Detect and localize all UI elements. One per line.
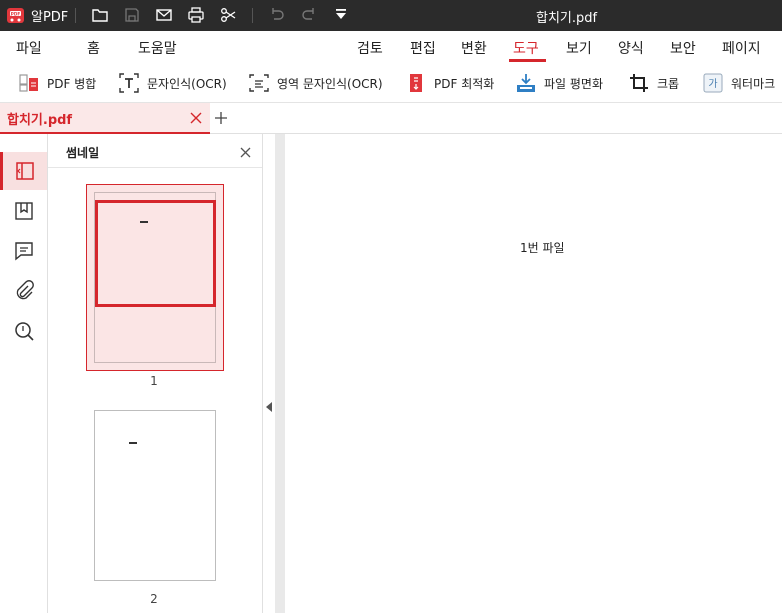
menu-view[interactable]: 보기	[566, 38, 592, 58]
titlebar-divider	[252, 8, 253, 23]
thumbnail-panel-icon	[14, 160, 36, 182]
merge-pdf-label: PDF 병합	[47, 76, 97, 91]
thumbnail-text-mark	[140, 221, 148, 223]
print-icon[interactable]	[187, 6, 205, 24]
document-tab-label: 합치기.pdf	[7, 113, 73, 128]
window-document-title: 합치기.pdf	[536, 11, 598, 26]
collapse-panel-arrow-icon[interactable]	[266, 402, 272, 412]
tools-toolbar: PDF 병합 문자인식(OCR) 영역 문자인식(OCR) PDF 최적화 파일…	[0, 63, 782, 103]
ocr-text-icon	[118, 72, 140, 94]
attachment-icon	[13, 280, 35, 302]
watermark-icon: 가	[702, 72, 724, 94]
new-tab-plus-icon[interactable]	[213, 110, 229, 126]
document-viewer[interactable]: 1번 파일	[275, 134, 782, 613]
crop-label: 크롭	[657, 76, 680, 91]
merge-pdf-icon	[18, 72, 40, 94]
optimize-pdf-icon	[405, 72, 427, 94]
page-thumbnail[interactable]	[86, 184, 224, 371]
ocr-button[interactable]: 문자인식(OCR)	[118, 71, 227, 95]
bookmark-icon	[13, 200, 35, 222]
comment-icon	[13, 240, 35, 262]
thumbnail-panel-button[interactable]	[0, 152, 47, 190]
area-ocr-label: 영역 문자인식(OCR)	[277, 76, 383, 91]
side-panel-rail	[0, 134, 48, 613]
optimize-pdf-label: PDF 최적화	[434, 76, 495, 91]
open-folder-icon[interactable]	[91, 6, 109, 24]
watermark-label: 워터마크	[731, 76, 776, 91]
active-menu-indicator	[509, 59, 546, 62]
search-icon	[13, 320, 35, 342]
panel-splitter[interactable]	[263, 134, 275, 613]
bookmark-panel-button[interactable]	[0, 192, 47, 230]
svg-text:PDF: PDF	[11, 11, 21, 16]
page-thumbnail[interactable]	[94, 410, 216, 581]
flatten-file-button[interactable]: 파일 평면화	[515, 71, 603, 95]
thumbnail-panel-header: 썸네일	[48, 134, 262, 168]
title-bar: PDF 알PDF 합치기.pdf	[0, 0, 782, 31]
menu-convert[interactable]: 변환	[461, 38, 487, 58]
watermark-button[interactable]: 가 워터마크	[702, 71, 775, 95]
pdf-page[interactable]: 1번 파일	[285, 134, 782, 613]
crop-button[interactable]: 크롭	[628, 71, 679, 95]
thumbnail-page-number: 1	[150, 374, 158, 388]
page-text[interactable]: 1번 파일	[520, 239, 565, 256]
scissors-icon[interactable]	[219, 6, 237, 24]
search-panel-button[interactable]	[0, 312, 47, 350]
thumbnail-page-number: 2	[150, 592, 158, 606]
menu-review[interactable]: 검토	[357, 38, 383, 58]
menu-bar: 파일 홈 도움말 검토 편집 변환 도구 보기 양식 보안 페이지	[0, 31, 782, 63]
crop-icon	[628, 72, 650, 94]
document-tab[interactable]: 합치기.pdf	[0, 103, 210, 134]
document-tab-bar: 합치기.pdf	[0, 103, 782, 134]
flatten-file-label: 파일 평면화	[544, 76, 604, 91]
svg-text:가: 가	[708, 78, 717, 90]
merge-pdf-button[interactable]: PDF 병합	[18, 71, 96, 95]
undo-icon[interactable]	[268, 6, 286, 24]
menu-tools[interactable]: 도구	[513, 38, 539, 58]
close-tab-icon[interactable]	[189, 110, 203, 124]
thumbnail-panel: 썸네일 1 2	[48, 134, 263, 613]
menu-file[interactable]: 파일	[16, 38, 42, 58]
menu-edit[interactable]: 편집	[410, 38, 436, 58]
close-panel-icon[interactable]	[239, 144, 252, 158]
ocr-label: 문자인식(OCR)	[147, 76, 227, 91]
area-ocr-icon	[248, 72, 270, 94]
menu-forms[interactable]: 양식	[618, 38, 644, 58]
save-icon[interactable]	[123, 6, 141, 24]
visible-area-indicator[interactable]	[95, 200, 216, 307]
menu-help[interactable]: 도움말	[138, 38, 177, 58]
menu-pages[interactable]: 페이지	[722, 38, 761, 58]
menu-home[interactable]: 홈	[87, 38, 100, 58]
comment-panel-button[interactable]	[0, 232, 47, 270]
optimize-pdf-button[interactable]: PDF 최적화	[405, 71, 494, 95]
redo-icon[interactable]	[300, 6, 318, 24]
app-name: 알PDF	[31, 10, 69, 25]
flatten-file-icon	[515, 72, 537, 94]
attachment-panel-button[interactable]	[0, 272, 47, 310]
mail-icon[interactable]	[155, 6, 173, 24]
quick-access-dropdown-icon[interactable]	[332, 6, 350, 24]
thumbnail-panel-title: 썸네일	[66, 146, 100, 160]
titlebar-divider	[75, 8, 76, 23]
alpdf-logo-icon: PDF	[6, 6, 25, 25]
menu-security[interactable]: 보안	[670, 38, 696, 58]
area-ocr-button[interactable]: 영역 문자인식(OCR)	[248, 71, 383, 95]
thumbnail-page-frame	[94, 410, 216, 581]
thumbnail-text-mark	[129, 442, 137, 444]
